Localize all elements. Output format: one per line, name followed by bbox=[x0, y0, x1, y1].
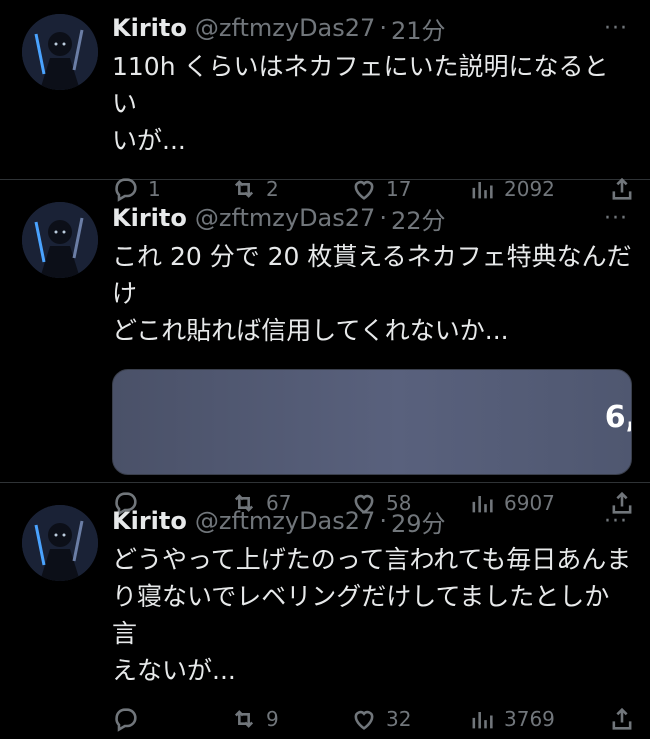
timestamp[interactable]: 29分 bbox=[391, 504, 446, 539]
share-icon bbox=[612, 707, 632, 730]
tweet-text: これ 20 分で 20 枚貰えるネカフェ特典なんだけ どこれ貼れば信用してくれな… bbox=[112, 242, 632, 345]
avatar[interactable] bbox=[22, 14, 98, 90]
views-icon bbox=[472, 712, 493, 729]
avatar[interactable] bbox=[22, 202, 98, 278]
author-name[interactable]: Kirito bbox=[112, 204, 187, 232]
tweet[interactable]: Kirito @zftmzyDas27 · 21分 ··· 110h くらいはネ… bbox=[0, 0, 650, 202]
author-handle[interactable]: @zftmzyDas27 bbox=[195, 204, 375, 232]
avatar-image bbox=[22, 202, 98, 278]
more-icon[interactable]: ··· bbox=[604, 206, 628, 231]
tweet-actions: 9 32 3769 bbox=[112, 699, 650, 739]
separator-dot: · bbox=[379, 204, 387, 232]
tweet[interactable]: Kirito @zftmzyDas27 · 29分 ··· どうやって上げたのっ… bbox=[0, 483, 650, 732]
separator-dot: · bbox=[379, 507, 387, 535]
avatar-image bbox=[22, 505, 98, 581]
tweet-header: Kirito @zftmzyDas27 · 22分 ··· bbox=[112, 198, 650, 238]
author-name[interactable]: Kirito bbox=[112, 507, 187, 535]
share-button[interactable] bbox=[608, 705, 636, 733]
tweet-media[interactable]: 6, bbox=[112, 369, 632, 475]
like-icon bbox=[354, 710, 374, 730]
tweet-text: どうやって上げたのって言われても毎日あんま り寝ないでレベリングだけしてましたと… bbox=[112, 545, 632, 685]
tweet-header: Kirito @zftmzyDas27 · 29分 ··· bbox=[112, 501, 650, 541]
tweet[interactable]: Kirito @zftmzyDas27 · 22分 ··· これ 20 分で 2… bbox=[0, 180, 650, 516]
avatar[interactable] bbox=[22, 505, 98, 581]
author-handle[interactable]: @zftmzyDas27 bbox=[195, 507, 375, 535]
views-button[interactable]: 3769 bbox=[468, 705, 608, 733]
more-icon[interactable]: ··· bbox=[604, 16, 628, 41]
tweet-text: 110h くらいはネカフェにいた説明になるとい いが... bbox=[112, 52, 609, 155]
views-count: 3769 bbox=[504, 707, 555, 731]
media-text: 6, bbox=[604, 400, 631, 435]
retweet-button[interactable]: 9 bbox=[230, 705, 350, 733]
reply-icon bbox=[115, 708, 137, 732]
like-count: 32 bbox=[386, 707, 412, 731]
avatar-image bbox=[22, 14, 98, 90]
timestamp[interactable]: 21分 bbox=[391, 11, 446, 46]
reply-button[interactable] bbox=[112, 705, 230, 733]
tweet-header: Kirito @zftmzyDas27 · 21分 ··· bbox=[112, 8, 650, 48]
separator-dot: · bbox=[379, 14, 387, 42]
more-icon[interactable]: ··· bbox=[604, 509, 628, 534]
timestamp[interactable]: 22分 bbox=[391, 201, 446, 236]
retweet-icon bbox=[234, 710, 254, 728]
retweet-count: 9 bbox=[266, 707, 279, 731]
author-name[interactable]: Kirito bbox=[112, 14, 187, 42]
author-handle[interactable]: @zftmzyDas27 bbox=[195, 14, 375, 42]
like-button[interactable]: 32 bbox=[350, 705, 468, 733]
